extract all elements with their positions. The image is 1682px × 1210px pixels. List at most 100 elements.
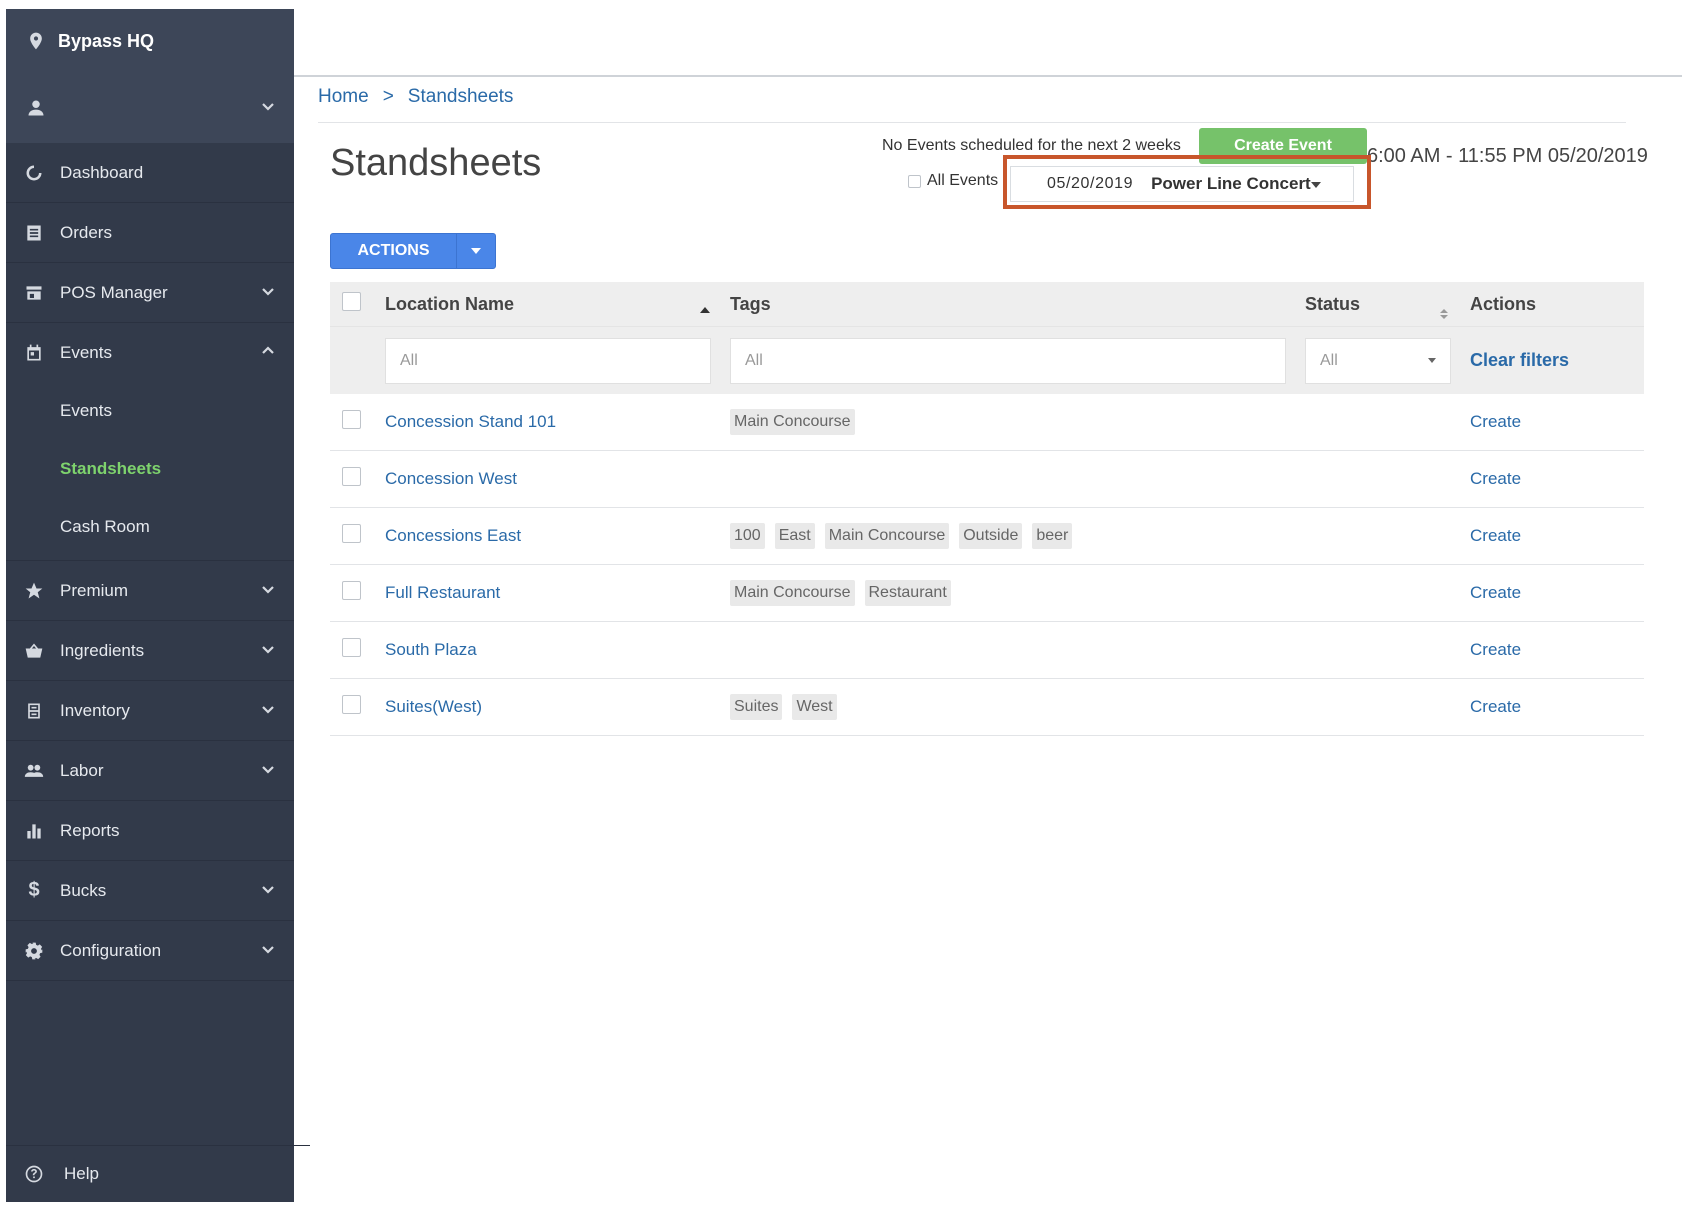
create-link[interactable]: Create xyxy=(1470,583,1521,603)
chevron-down-icon xyxy=(260,641,280,661)
sidebar-item-premium[interactable]: Premium xyxy=(6,561,294,621)
tag: Suites xyxy=(730,694,783,720)
table-row: Suites(West) Suites West Create xyxy=(330,679,1644,736)
table-row: Full Restaurant Main Concourse Restaurant… xyxy=(330,565,1644,622)
sidebar-item-events[interactable]: Events xyxy=(6,323,294,382)
tag: Main Concourse xyxy=(730,580,855,606)
location-link[interactable]: Full Restaurant xyxy=(385,583,500,603)
sidebar-item-inventory[interactable]: Inventory xyxy=(6,681,294,741)
location-link[interactable]: Concession West xyxy=(385,469,517,489)
filter-row: All All All Clear filters xyxy=(330,326,1644,394)
row-checkbox[interactable] xyxy=(342,524,361,548)
location-pin-icon xyxy=(24,29,48,53)
chevron-up-icon xyxy=(260,343,280,363)
chevron-down-icon xyxy=(260,283,280,303)
event-selector[interactable]: 05/20/2019 Power Line Concert xyxy=(1010,166,1354,202)
tags-cell: Suites West xyxy=(730,694,847,720)
caret-down-icon xyxy=(1428,358,1436,363)
breadcrumb: Home > Standsheets xyxy=(318,86,513,108)
tags-cell: Main Concourse Restaurant xyxy=(730,580,961,606)
event-time-range: 6:00 AM - 11:55 PM 05/20/2019 xyxy=(1367,145,1648,167)
select-all-checkbox[interactable] xyxy=(342,292,361,316)
row-checkbox[interactable] xyxy=(342,638,361,662)
sidebar-item-labor[interactable]: Labor xyxy=(6,741,294,801)
sidebar-item-configuration[interactable]: Configuration xyxy=(6,921,294,981)
create-link[interactable]: Create xyxy=(1470,469,1521,489)
sidebar-item-label: Events xyxy=(60,342,112,362)
caret-down-icon[interactable] xyxy=(457,248,495,254)
sidebar-item-reports[interactable]: Reports xyxy=(6,801,294,861)
create-link[interactable]: Create xyxy=(1470,412,1521,432)
sidebar-item-label: Bucks xyxy=(60,880,107,900)
table-body: Concession Stand 101 Main Concourse Crea… xyxy=(330,394,1644,736)
standsheets-table: Location Name Tags Status Actions All Al… xyxy=(330,282,1644,736)
create-link[interactable]: Create xyxy=(1470,640,1521,660)
row-checkbox[interactable] xyxy=(342,581,361,605)
sidebar: Bypass HQ Dashboard Orders POS Manager E… xyxy=(6,9,310,1202)
actions-dropdown-button[interactable]: ACTIONS xyxy=(330,233,496,269)
create-link[interactable]: Create xyxy=(1470,697,1521,717)
breadcrumb-current[interactable]: Standsheets xyxy=(408,86,514,108)
table-header: Location Name Tags Status Actions xyxy=(330,282,1644,326)
store-icon xyxy=(22,281,46,305)
tag: Main Concourse xyxy=(824,523,950,549)
location-link[interactable]: South Plaza xyxy=(385,640,477,660)
sidebar-item-label: Labor xyxy=(60,760,104,780)
sidebar-header: Bypass HQ xyxy=(6,9,294,143)
breadcrumb-separator: > xyxy=(382,86,394,107)
table-row: Concession Stand 101 Main Concourse Crea… xyxy=(330,394,1644,451)
sidebar-item-dashboard[interactable]: Dashboard xyxy=(6,143,294,203)
tag: beer xyxy=(1032,523,1073,549)
tags-filter-input[interactable]: All xyxy=(730,338,1286,384)
location-filter-input[interactable]: All xyxy=(385,338,711,384)
column-tags: Tags xyxy=(730,293,771,314)
create-link[interactable]: Create xyxy=(1470,526,1521,546)
sort-ascending-icon[interactable] xyxy=(700,297,710,318)
page-title: Standsheets xyxy=(330,142,542,184)
sidebar-item-ingredients[interactable]: Ingredients xyxy=(6,621,294,681)
row-checkbox[interactable] xyxy=(342,410,361,434)
sidebar-item-pos-manager[interactable]: POS Manager xyxy=(6,263,294,323)
location-link[interactable]: Concession Stand 101 xyxy=(385,412,556,432)
column-location-name[interactable]: Location Name xyxy=(385,294,514,315)
location-link[interactable]: Suites(West) xyxy=(385,697,482,717)
sidebar-item-help[interactable]: Help xyxy=(6,1145,310,1202)
sidebar-subitem-events[interactable]: Events xyxy=(6,382,294,440)
all-events-toggle[interactable]: All Events xyxy=(908,172,998,190)
status-filter-value: All xyxy=(1320,352,1338,369)
chevron-down-icon xyxy=(260,98,280,118)
sidebar-item-label: Help xyxy=(64,1164,99,1183)
sidebar-subitem-standsheets[interactable]: Standsheets xyxy=(6,440,294,498)
people-icon xyxy=(22,759,46,783)
bar-chart-icon xyxy=(22,819,46,843)
tags-cell: 100 East Main Concourse Outside beer xyxy=(730,523,1082,549)
column-status[interactable]: Status xyxy=(1305,294,1360,315)
create-event-button[interactable]: Create Event xyxy=(1199,128,1367,164)
tag: Outside xyxy=(959,523,1023,549)
sidebar-item-label: Orders xyxy=(60,222,112,242)
user-menu[interactable] xyxy=(6,73,294,143)
row-checkbox[interactable] xyxy=(342,467,361,491)
user-icon xyxy=(24,96,48,120)
events-submenu: Events Standsheets Cash Room xyxy=(6,382,294,561)
sidebar-item-bucks[interactable]: $ Bucks xyxy=(6,861,294,921)
chevron-down-icon xyxy=(260,881,280,901)
inventory-icon xyxy=(22,699,46,723)
sort-icon[interactable] xyxy=(1440,297,1448,319)
tags-cell: Main Concourse xyxy=(730,409,865,435)
sidebar-subitem-cash-room[interactable]: Cash Room xyxy=(6,498,294,556)
gear-icon xyxy=(22,939,46,963)
chevron-down-icon xyxy=(260,941,280,961)
sidebar-item-label: POS Manager xyxy=(60,282,168,302)
status-filter-select[interactable]: All xyxy=(1305,338,1451,384)
sidebar-item-label: Ingredients xyxy=(60,640,145,660)
location-link[interactable]: Concessions East xyxy=(385,526,521,546)
sidebar-item-orders[interactable]: Orders xyxy=(6,203,294,263)
clear-filters-link[interactable]: Clear filters xyxy=(1470,350,1569,371)
all-events-checkbox[interactable] xyxy=(908,174,921,188)
brand[interactable]: Bypass HQ xyxy=(6,9,294,73)
row-checkbox[interactable] xyxy=(342,695,361,719)
chevron-down-icon xyxy=(260,761,280,781)
actions-button-label: ACTIONS xyxy=(357,242,430,259)
breadcrumb-home[interactable]: Home xyxy=(318,86,369,108)
